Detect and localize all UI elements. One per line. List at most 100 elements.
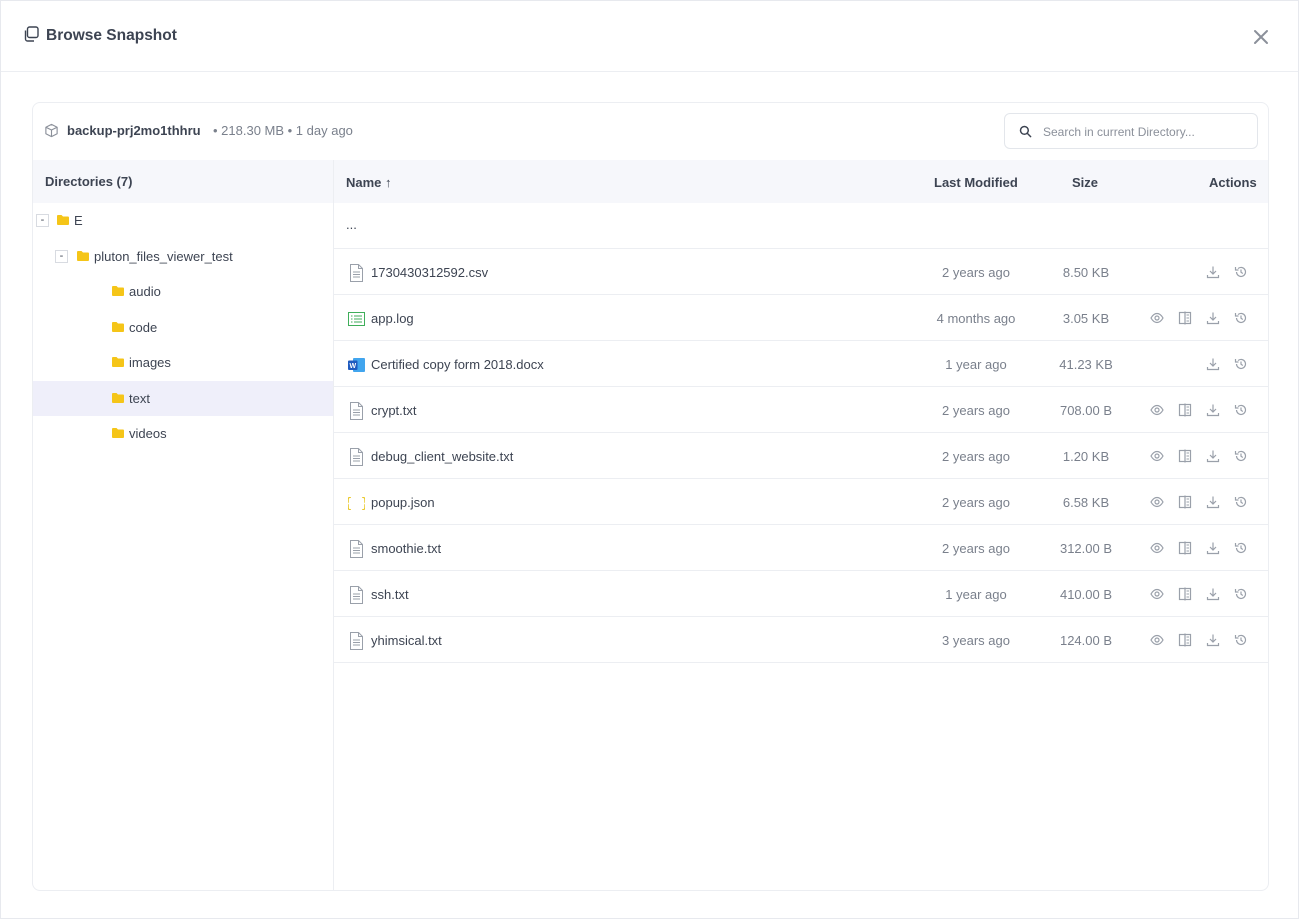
tree-node-images[interactable]: images (33, 345, 333, 380)
collapse-toggle[interactable]: - (36, 214, 49, 227)
restore-icon[interactable] (1234, 541, 1248, 555)
file-row[interactable]: app.log 4 months ago 3.05 KB (334, 295, 1268, 341)
tree-node-text[interactable]: text (33, 381, 333, 416)
restore-icon[interactable] (1234, 633, 1248, 647)
svg-text:{ }: { } (348, 496, 365, 512)
file-last-modified: 2 years ago (942, 265, 1010, 280)
compare-icon[interactable] (1178, 633, 1192, 647)
tree-node-label: audio (129, 284, 161, 299)
snapshot-meta: • 218.30 MB • 1 day ago (213, 123, 353, 138)
tree-node-label: videos (129, 426, 167, 441)
file-row[interactable]: smoothie.txt 2 years ago 312.00 B (334, 525, 1268, 571)
json-file-icon: { } (348, 496, 365, 512)
actions-column-header: Actions (1209, 175, 1257, 190)
file-row[interactable]: yhimsical.txt 3 years ago 124.00 B (334, 617, 1268, 663)
close-button[interactable] (1251, 27, 1271, 47)
file-row[interactable]: { } popup.json 2 years ago 6.58 KB (334, 479, 1268, 525)
directories-heading: Directories (7) (33, 160, 333, 203)
file-name[interactable]: Certified copy form 2018.docx (371, 357, 544, 372)
file-size: 708.00 B (1059, 403, 1113, 418)
file-row[interactable]: W Certified copy form 2018.docx 1 year ago… (334, 341, 1268, 387)
file-last-modified: 2 years ago (942, 495, 1010, 510)
download-icon[interactable] (1206, 587, 1220, 601)
eye-icon[interactable] (1150, 541, 1164, 555)
eye-icon[interactable] (1150, 587, 1164, 601)
restore-icon[interactable] (1234, 403, 1248, 417)
modal-header: Browse Snapshot (1, 1, 1298, 72)
folder-icon (112, 286, 124, 296)
file-size: 124.00 B (1059, 633, 1113, 648)
log-file-icon (348, 312, 365, 326)
compare-icon[interactable] (1178, 541, 1192, 555)
eye-icon[interactable] (1150, 403, 1164, 417)
file-name[interactable]: ssh.txt (371, 587, 409, 602)
compare-icon[interactable] (1178, 449, 1192, 463)
download-icon[interactable] (1206, 265, 1220, 279)
download-icon[interactable] (1206, 311, 1220, 325)
tree-node-label: code (129, 320, 158, 335)
folder-icon (112, 322, 124, 332)
tree-node-label: text (129, 391, 150, 406)
restore-icon[interactable] (1234, 311, 1248, 325)
file-name[interactable]: yhimsical.txt (371, 633, 442, 648)
file-row[interactable]: debug_client_website.txt 2 years ago 1.20 … (334, 433, 1268, 479)
file-list: Name ↑ Last Modified Size Actions ... 17… (334, 160, 1268, 890)
file-row[interactable]: 1730430312592.csv 2 years ago 8.50 KB (334, 249, 1268, 295)
file-size: 3.05 KB (1062, 311, 1110, 326)
tree-node-pluton-files-viewer-test[interactable]: - pluton_files_viewer_test (33, 239, 333, 274)
file-name[interactable]: debug_client_website.txt (371, 449, 513, 464)
download-icon[interactable] (1206, 357, 1220, 371)
search-box (1004, 113, 1258, 149)
tree-node-audio[interactable]: audio (33, 274, 333, 309)
file-name[interactable]: 1730430312592.csv (371, 265, 488, 280)
file-name[interactable]: app.log (371, 311, 414, 326)
restore-icon[interactable] (1234, 265, 1248, 279)
file-last-modified: 2 years ago (942, 449, 1010, 464)
text-file-icon (350, 540, 363, 558)
parent-directory-row[interactable]: ... (334, 203, 1268, 249)
text-file-icon (350, 586, 363, 604)
file-size: 1.20 KB (1062, 449, 1110, 464)
eye-icon[interactable] (1150, 449, 1164, 463)
restore-icon[interactable] (1234, 587, 1248, 601)
text-file-icon (350, 632, 363, 650)
file-row[interactable]: ssh.txt 1 year ago 410.00 B (334, 571, 1268, 617)
eye-icon[interactable] (1150, 495, 1164, 509)
tree-node-code[interactable]: code (33, 310, 333, 345)
compare-icon[interactable] (1178, 495, 1192, 509)
cube-icon (45, 123, 58, 138)
text-file-icon (350, 402, 363, 420)
file-last-modified: 3 years ago (942, 633, 1010, 648)
file-name[interactable]: popup.json (371, 495, 435, 510)
tree-node-e[interactable]: - E (33, 203, 333, 238)
file-name[interactable]: smoothie.txt (371, 541, 441, 556)
download-icon[interactable] (1206, 449, 1220, 463)
file-size: 410.00 B (1059, 587, 1113, 602)
download-icon[interactable] (1206, 541, 1220, 555)
size-column-header: Size (1072, 175, 1099, 190)
copy-icon (24, 26, 39, 42)
tree-node-label: E (74, 213, 83, 228)
restore-icon[interactable] (1234, 495, 1248, 509)
word-file-icon: W (348, 358, 365, 372)
tree-node-videos[interactable]: videos (33, 416, 333, 451)
file-last-modified: 1 year ago (945, 357, 1007, 372)
collapse-toggle[interactable]: - (55, 250, 68, 263)
file-name[interactable]: crypt.txt (371, 403, 417, 418)
file-row[interactable]: crypt.txt 2 years ago 708.00 B (334, 387, 1268, 433)
name-column-header[interactable]: Name ↑ (346, 175, 392, 190)
file-size: 6.58 KB (1062, 495, 1110, 510)
eye-icon[interactable] (1150, 311, 1164, 325)
compare-icon[interactable] (1178, 587, 1192, 601)
download-icon[interactable] (1206, 403, 1220, 417)
search-icon (1019, 125, 1032, 138)
restore-icon[interactable] (1234, 357, 1248, 371)
download-icon[interactable] (1206, 495, 1220, 509)
restore-icon[interactable] (1234, 449, 1248, 463)
eye-icon[interactable] (1150, 633, 1164, 647)
search-input[interactable] (1043, 122, 1243, 142)
compare-icon[interactable] (1178, 311, 1192, 325)
compare-icon[interactable] (1178, 403, 1192, 417)
directory-tree: Directories (7) - E - pluton_files_viewe… (33, 160, 334, 890)
download-icon[interactable] (1206, 633, 1220, 647)
